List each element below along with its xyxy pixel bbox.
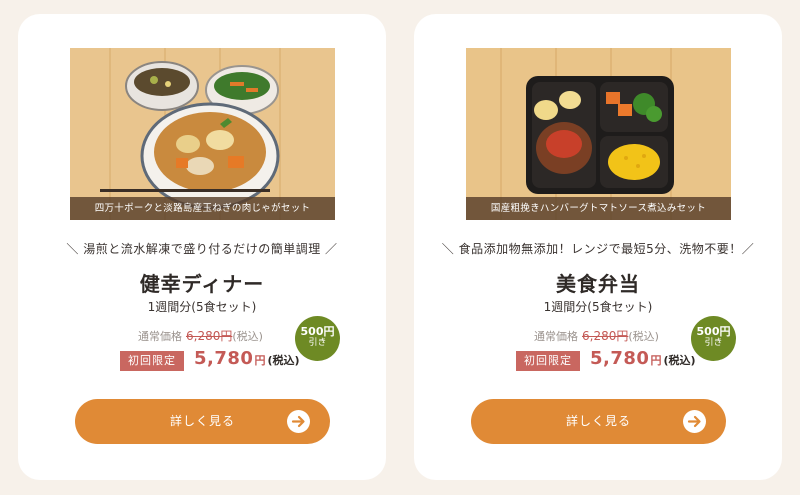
regular-price-label: 通常価格 [534,330,578,343]
discount-badge: 500円 引き [691,316,736,361]
product-card-bishoku-bento: 国産粗挽きハンバーグトマトソース煮込みセット ＼ 食品添加物無添加！レンジで最短… [414,14,782,480]
discount-badge: 500円 引き [295,316,340,361]
regular-price-label: 通常価格 [138,330,182,343]
sale-price-tax: (税込) [267,354,300,367]
arrow-right-icon [683,410,706,433]
product-image[interactable]: 四万十ポークと淡路島産玉ねぎの肉じゃがセット [70,48,335,220]
quantity-text: 1週間分(5食セット) [543,300,653,314]
discount-amount: 500円 [696,325,731,338]
regular-price-row: 通常価格 6,280円(税込) [534,327,659,344]
nikujaga-photo [70,48,335,220]
sale-price-row: 5,780円 (税込) [590,348,696,369]
image-caption: 国産粗挽きハンバーグトマトソース煮込みセット [466,197,731,220]
discount-suffix: 引き [308,338,327,348]
sale-price-yen: 円 [650,354,662,367]
arrow-right-icon [287,410,310,433]
tagline: ＼ 湯煎と流水解凍で盛り付るだけの簡単調理 ／ [66,242,338,256]
sale-price-yen: 円 [254,354,266,367]
first-time-limited-badge: 初回限定 [120,351,184,371]
regular-price-tax: (税込) [232,330,263,343]
first-time-limited-badge: 初回限定 [516,351,580,371]
regular-price: 6,280円 [186,329,233,343]
product-image[interactable]: 国産粗挽きハンバーグトマトソース煮込みセット [466,48,731,220]
sale-price: 5,780 [590,348,650,369]
discount-amount: 500円 [300,325,335,338]
sale-price-tax: (税込) [663,354,696,367]
sale-price: 5,780 [194,348,254,369]
product-name: 健幸ディナー [139,272,265,296]
image-caption: 四万十ポークと淡路島産玉ねぎの肉じゃがセット [70,197,335,220]
regular-price-row: 通常価格 6,280円(税込) [138,327,263,344]
regular-price-tax: (税込) [628,330,659,343]
quantity-text: 1週間分(5食セット) [147,300,257,314]
product-name: 美食弁当 [556,272,640,296]
discount-suffix: 引き [704,338,723,348]
sale-price-row: 5,780円 (税込) [194,348,300,369]
regular-price: 6,280円 [582,329,629,343]
details-button[interactable]: 詳しく見る [75,399,330,444]
product-card-kenkou-dinner: 四万十ポークと淡路島産玉ねぎの肉じゃがセット ＼ 湯煎と流水解凍で盛り付るだけの… [18,14,386,480]
hamburg-bento-photo [466,48,731,220]
tagline: ＼ 食品添加物無添加！レンジで最短5分、洗物不要！／ [441,242,755,256]
details-button[interactable]: 詳しく見る [471,399,726,444]
